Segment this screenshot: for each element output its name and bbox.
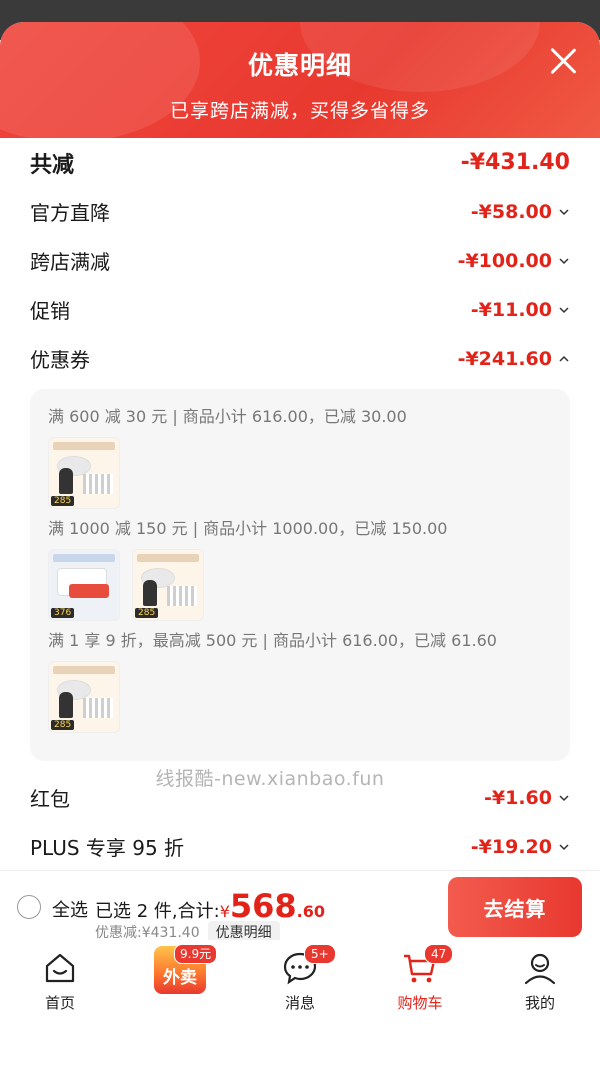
cross-store-discount-amount: -¥100.00 bbox=[457, 249, 552, 272]
discount-rows: 共减 -¥431.40 官方直降 -¥58.00 跨店满减 -¥100.00 促… bbox=[0, 138, 600, 383]
promotion-label: 促销 bbox=[30, 299, 70, 323]
nav-cart[interactable]: 47 购物车 bbox=[360, 940, 480, 1067]
currency-symbol: ¥ bbox=[219, 902, 230, 921]
sheet-subtitle: 已享跨店满减，买得多省得多 bbox=[169, 100, 430, 122]
nav-label: 消息 bbox=[284, 994, 315, 1012]
order-summary: 已选 2 件,合计: ¥ 568 .60 bbox=[95, 887, 325, 925]
official-discount-amount: -¥58.00 bbox=[470, 200, 552, 223]
nav-label: 购物车 bbox=[397, 994, 443, 1012]
total-decimal: .60 bbox=[296, 902, 326, 921]
promotion-amount: -¥11.00 bbox=[470, 298, 552, 321]
chevron-down-icon[interactable] bbox=[558, 841, 570, 853]
coupon-label: 优惠券 bbox=[30, 348, 90, 372]
sheet-title: 优惠明细 bbox=[247, 51, 352, 80]
nav-label: 首页 bbox=[44, 994, 75, 1012]
nav-label: 我的 bbox=[524, 994, 555, 1012]
promotion-row[interactable]: 促销 -¥11.00 bbox=[30, 285, 570, 334]
cart-badge: 47 bbox=[424, 944, 454, 964]
watermark: 线报酷-new.xianbao.fun bbox=[155, 768, 385, 790]
coupon-amount: -¥241.60 bbox=[457, 347, 552, 370]
sheet-header: 优惠明细 已享跨店满减，买得多省得多 bbox=[0, 22, 600, 138]
coupon-product-thumbs: 285 bbox=[48, 661, 552, 733]
coupon-detail-box: 满 600 减 30 元 | 商品小计 616.00，已减 30.00 285 … bbox=[30, 389, 570, 761]
discount-detail-sheet: 优惠明细 已享跨店满减，买得多省得多 共减 -¥431.40 官方直降 -¥58… bbox=[0, 22, 600, 870]
nav-messages[interactable]: 5+ 消息 bbox=[240, 940, 360, 1067]
cross-store-discount-label: 跨店满减 bbox=[30, 250, 110, 274]
product-thumbnail[interactable]: 285 bbox=[48, 437, 120, 509]
waimai-badge: 9.9元 bbox=[174, 944, 218, 964]
profile-icon bbox=[524, 953, 556, 985]
select-all-label[interactable]: 全选 bbox=[52, 896, 88, 922]
nav-home[interactable]: 首页 bbox=[0, 940, 120, 1067]
product-price-tag: 376 bbox=[51, 608, 75, 618]
bottom-nav: 首页 外卖 5+ 消息 47 购物车 我的 bbox=[0, 940, 600, 1067]
plus-discount-amount: -¥19.20 bbox=[470, 835, 552, 858]
chevron-down-icon[interactable] bbox=[558, 255, 570, 267]
total-discount-label: 共减 bbox=[30, 152, 75, 178]
coupon-row[interactable]: 优惠券 -¥241.60 bbox=[30, 334, 570, 383]
summary-prefix: 已选 2 件,合计: bbox=[95, 901, 220, 922]
nav-label: 外卖 bbox=[163, 968, 197, 988]
coupon-product-thumbs: 376 285 bbox=[48, 549, 552, 621]
product-thumbnail[interactable]: 285 bbox=[132, 549, 204, 621]
total-discount-row: 共减 -¥431.40 bbox=[30, 138, 570, 187]
product-thumbnail[interactable]: 285 bbox=[48, 661, 120, 733]
nav-profile[interactable]: 我的 bbox=[480, 940, 600, 1067]
product-thumbnail[interactable]: 376 bbox=[48, 549, 120, 621]
saved-amount: 优惠减:¥431.40 bbox=[95, 925, 200, 941]
chevron-down-icon[interactable] bbox=[558, 792, 570, 804]
coupon-tier-text: 满 1 享 9 折，最高减 500 元 | 商品小计 616.00，已减 61.… bbox=[48, 631, 497, 650]
message-badge: 5+ bbox=[304, 944, 336, 964]
plus-discount-row[interactable]: PLUS 专享 95 折 -¥19.20 bbox=[30, 822, 570, 870]
product-price-tag: 285 bbox=[135, 608, 159, 618]
select-all-radio[interactable] bbox=[17, 895, 41, 919]
home-icon bbox=[45, 953, 75, 983]
product-price-tag: 285 bbox=[51, 496, 75, 506]
official-discount-label: 官方直降 bbox=[30, 201, 110, 225]
plus-discount-label: PLUS 专享 95 折 bbox=[30, 836, 185, 860]
chevron-up-icon[interactable] bbox=[558, 353, 570, 365]
total-integer: 568 bbox=[229, 887, 297, 925]
official-discount-row[interactable]: 官方直降 -¥58.00 bbox=[30, 187, 570, 236]
coupon-tier-text: 满 600 减 30 元 | 商品小计 616.00，已减 30.00 bbox=[48, 407, 407, 426]
chevron-down-icon[interactable] bbox=[558, 206, 570, 218]
close-icon[interactable] bbox=[548, 46, 578, 76]
chevron-down-icon[interactable] bbox=[558, 304, 570, 316]
total-discount-amount: -¥431.40 bbox=[460, 150, 570, 175]
cross-store-discount-row[interactable]: 跨店满减 -¥100.00 bbox=[30, 236, 570, 285]
coupon-tier-text: 满 1000 减 150 元 | 商品小计 1000.00，已减 150.00 bbox=[48, 519, 448, 538]
coupon-product-thumbs: 285 bbox=[48, 437, 552, 509]
checkout-button[interactable]: 去结算 bbox=[448, 877, 582, 937]
checkout-bar: 全选 已选 2 件,合计: ¥ 568 .60 优惠减:¥431.40 优惠明细… bbox=[0, 870, 600, 943]
product-price-tag: 285 bbox=[51, 720, 75, 730]
